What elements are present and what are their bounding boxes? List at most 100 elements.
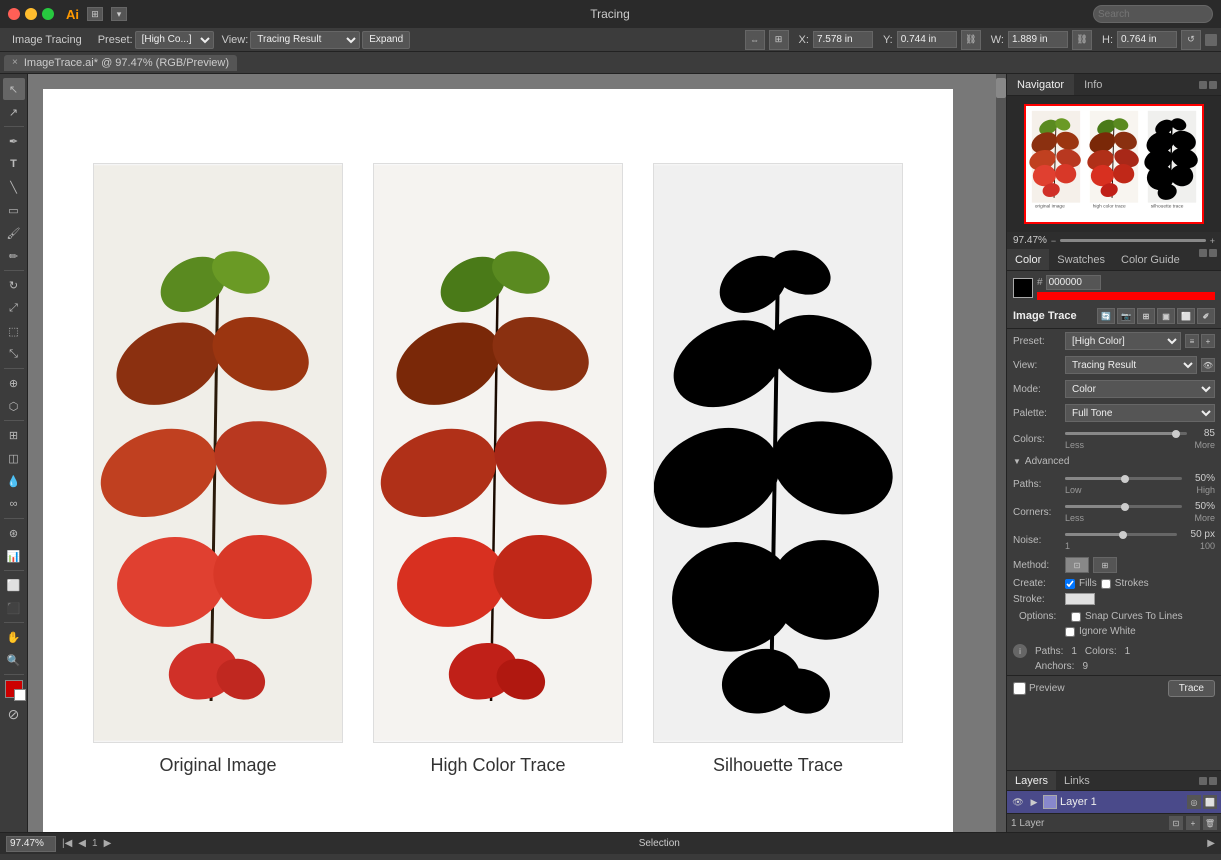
line-tool[interactable]: ╲ <box>3 176 25 198</box>
preset-list-icon[interactable]: ≡ <box>1185 334 1199 348</box>
navigator-tab[interactable]: Navigator <box>1007 74 1074 95</box>
scale-tool[interactable]: ⤢ <box>3 297 25 319</box>
pen-tool[interactable]: ✒ <box>3 130 25 152</box>
h-input[interactable] <box>1117 31 1177 48</box>
swatches-tab[interactable]: Swatches <box>1049 249 1113 270</box>
layer-target-btn[interactable]: ◎ <box>1187 795 1201 809</box>
direct-select-tool[interactable]: ↗ <box>3 101 25 123</box>
prev-btn[interactable]: ◀ <box>78 838 86 849</box>
collapse-btn[interactable] <box>1205 34 1217 46</box>
ignore-white-checkbox[interactable] <box>1065 627 1075 637</box>
rotate-tool[interactable]: ↻ <box>3 274 25 296</box>
noise-thumb[interactable] <box>1119 531 1127 539</box>
preset-add-icon[interactable]: + <box>1201 334 1215 348</box>
palette-select[interactable]: Full Tone Limited Automatic <box>1065 404 1215 422</box>
snap-curves-checkbox[interactable] <box>1071 612 1081 622</box>
symbol-tool[interactable]: ⊛ <box>3 522 25 544</box>
canvas-tab-close[interactable]: × <box>12 57 18 68</box>
layer-lock-icon[interactable]: ▶ <box>1028 796 1040 808</box>
mode-select[interactable]: Color Grayscale Black and White <box>1065 380 1215 398</box>
close-button[interactable] <box>8 8 20 20</box>
trace-button[interactable]: Trace <box>1168 680 1215 697</box>
shape-tool[interactable]: ▭ <box>3 199 25 221</box>
paths-slider[interactable] <box>1065 477 1182 480</box>
method-btn-1[interactable]: ⊡ <box>1065 557 1089 573</box>
expand-button[interactable]: Expand <box>362 31 410 49</box>
view-select-panel[interactable]: Tracing Result Original Image Outline <box>1065 356 1197 374</box>
delete-layer-btn[interactable]: 🗑 <box>1203 816 1217 830</box>
perspective-tool[interactable]: ⬡ <box>3 395 25 417</box>
color-hex-input[interactable] <box>1046 275 1101 290</box>
slice-tool[interactable]: ⬛ <box>3 597 25 619</box>
eyedropper-tool[interactable]: 💧 <box>3 470 25 492</box>
zoom-out-icon[interactable]: − <box>1051 236 1056 246</box>
blend-tool[interactable]: ∞ <box>3 493 25 515</box>
make-clipping-btn[interactable]: ⊡ <box>1169 816 1183 830</box>
color-panel-collapse[interactable] <box>1199 249 1207 257</box>
canvas-tab-item[interactable]: × ImageTrace.ai* @ 97.47% (RGB/Preview) <box>4 55 237 71</box>
y-input[interactable] <box>897 31 957 48</box>
trace-icon-3[interactable]: ⊞ <box>1137 308 1155 324</box>
strokes-checkbox[interactable] <box>1101 579 1111 589</box>
trace-icon-5[interactable]: ⬜ <box>1177 308 1195 324</box>
gradient-tool[interactable]: ◫ <box>3 447 25 469</box>
links-tab[interactable]: Links <box>1056 771 1098 790</box>
layers-collapse-btn[interactable] <box>1199 777 1207 785</box>
trace-icon-4[interactable]: ▣ <box>1157 308 1175 324</box>
hand-tool[interactable]: ✋ <box>3 626 25 648</box>
select-tool[interactable]: ↖ <box>3 78 25 100</box>
preset-select-panel[interactable]: [High Color] [Low Color] [Silhouette] <box>1065 332 1181 350</box>
transform-icon[interactable]: ⇔ <box>745 30 765 50</box>
x-input[interactable] <box>813 31 873 48</box>
mesh-tool[interactable]: ⊞ <box>3 424 25 446</box>
canvas-area[interactable]: Original Image <box>28 74 1006 832</box>
layer-row[interactable]: 👁 ▶ Layer 1 ◎ ⬜ <box>1007 791 1221 813</box>
colors-thumb[interactable] <box>1172 430 1180 438</box>
view-eye-icon[interactable]: 👁 <box>1201 358 1215 372</box>
layers-tab[interactable]: Layers <box>1007 771 1056 790</box>
align-icon[interactable]: ⊞ <box>769 30 789 50</box>
zoom-slider[interactable] <box>1060 239 1206 242</box>
title-search[interactable] <box>1093 5 1213 23</box>
corners-slider[interactable] <box>1065 505 1182 508</box>
paintbrush-tool[interactable]: 🖌 <box>3 222 25 244</box>
scrollbar-thumb[interactable] <box>996 78 1006 98</box>
panel-menu-btn[interactable] <box>1209 81 1217 89</box>
trace-icon-2[interactable]: 📷 <box>1117 308 1135 324</box>
paths-thumb[interactable] <box>1121 475 1129 483</box>
preset-select[interactable]: [High Co...] [High Color] [Low Color] [S… <box>135 31 214 49</box>
fills-checkbox[interactable] <box>1065 579 1075 589</box>
column-graph-tool[interactable]: 📊 <box>3 545 25 567</box>
minimize-button[interactable] <box>25 8 37 20</box>
info-tab[interactable]: Info <box>1074 74 1112 95</box>
artboard-tool[interactable]: ⬜ <box>3 574 25 596</box>
fill-color[interactable] <box>5 680 23 698</box>
maximize-button[interactable] <box>42 8 54 20</box>
stroke-color-preview[interactable] <box>1065 593 1095 605</box>
rotate-icon[interactable]: ↺ <box>1181 30 1201 50</box>
panel-collapse-btn[interactable] <box>1199 81 1207 89</box>
status-zoom-input[interactable] <box>6 836 56 852</box>
noise-slider[interactable] <box>1065 533 1177 536</box>
menu-image-tracing[interactable]: Image Tracing <box>4 32 90 48</box>
w-input[interactable] <box>1008 31 1068 48</box>
view-select[interactable]: Tracing Result Original Image Outline <box>250 31 360 49</box>
zoom-in-icon[interactable]: + <box>1210 236 1215 246</box>
colors-slider[interactable] <box>1065 432 1187 435</box>
pencil-tool[interactable]: ✏ <box>3 245 25 267</box>
trace-icon-6[interactable]: ✐ <box>1197 308 1215 324</box>
link-icon[interactable]: ⛓ <box>961 30 981 50</box>
color-tab[interactable]: Color <box>1007 249 1049 270</box>
foreground-color[interactable] <box>1013 278 1033 298</box>
corners-thumb[interactable] <box>1121 503 1129 511</box>
color-guide-tab[interactable]: Color Guide <box>1113 249 1188 270</box>
type-tool[interactable]: T <box>3 153 25 175</box>
zoom-tool[interactable]: 🔍 <box>3 649 25 671</box>
none-icon[interactable]: ⊘ <box>3 703 25 725</box>
layers-menu-btn[interactable] <box>1209 777 1217 785</box>
method-btn-2[interactable]: ⊞ <box>1093 557 1117 573</box>
layer-visibility-icon[interactable]: 👁 <box>1011 795 1025 809</box>
next-btn[interactable]: ▶ <box>104 838 112 849</box>
shear-tool[interactable]: ⬚ <box>3 320 25 342</box>
free-transform-tool[interactable]: ⤡ <box>3 343 25 365</box>
